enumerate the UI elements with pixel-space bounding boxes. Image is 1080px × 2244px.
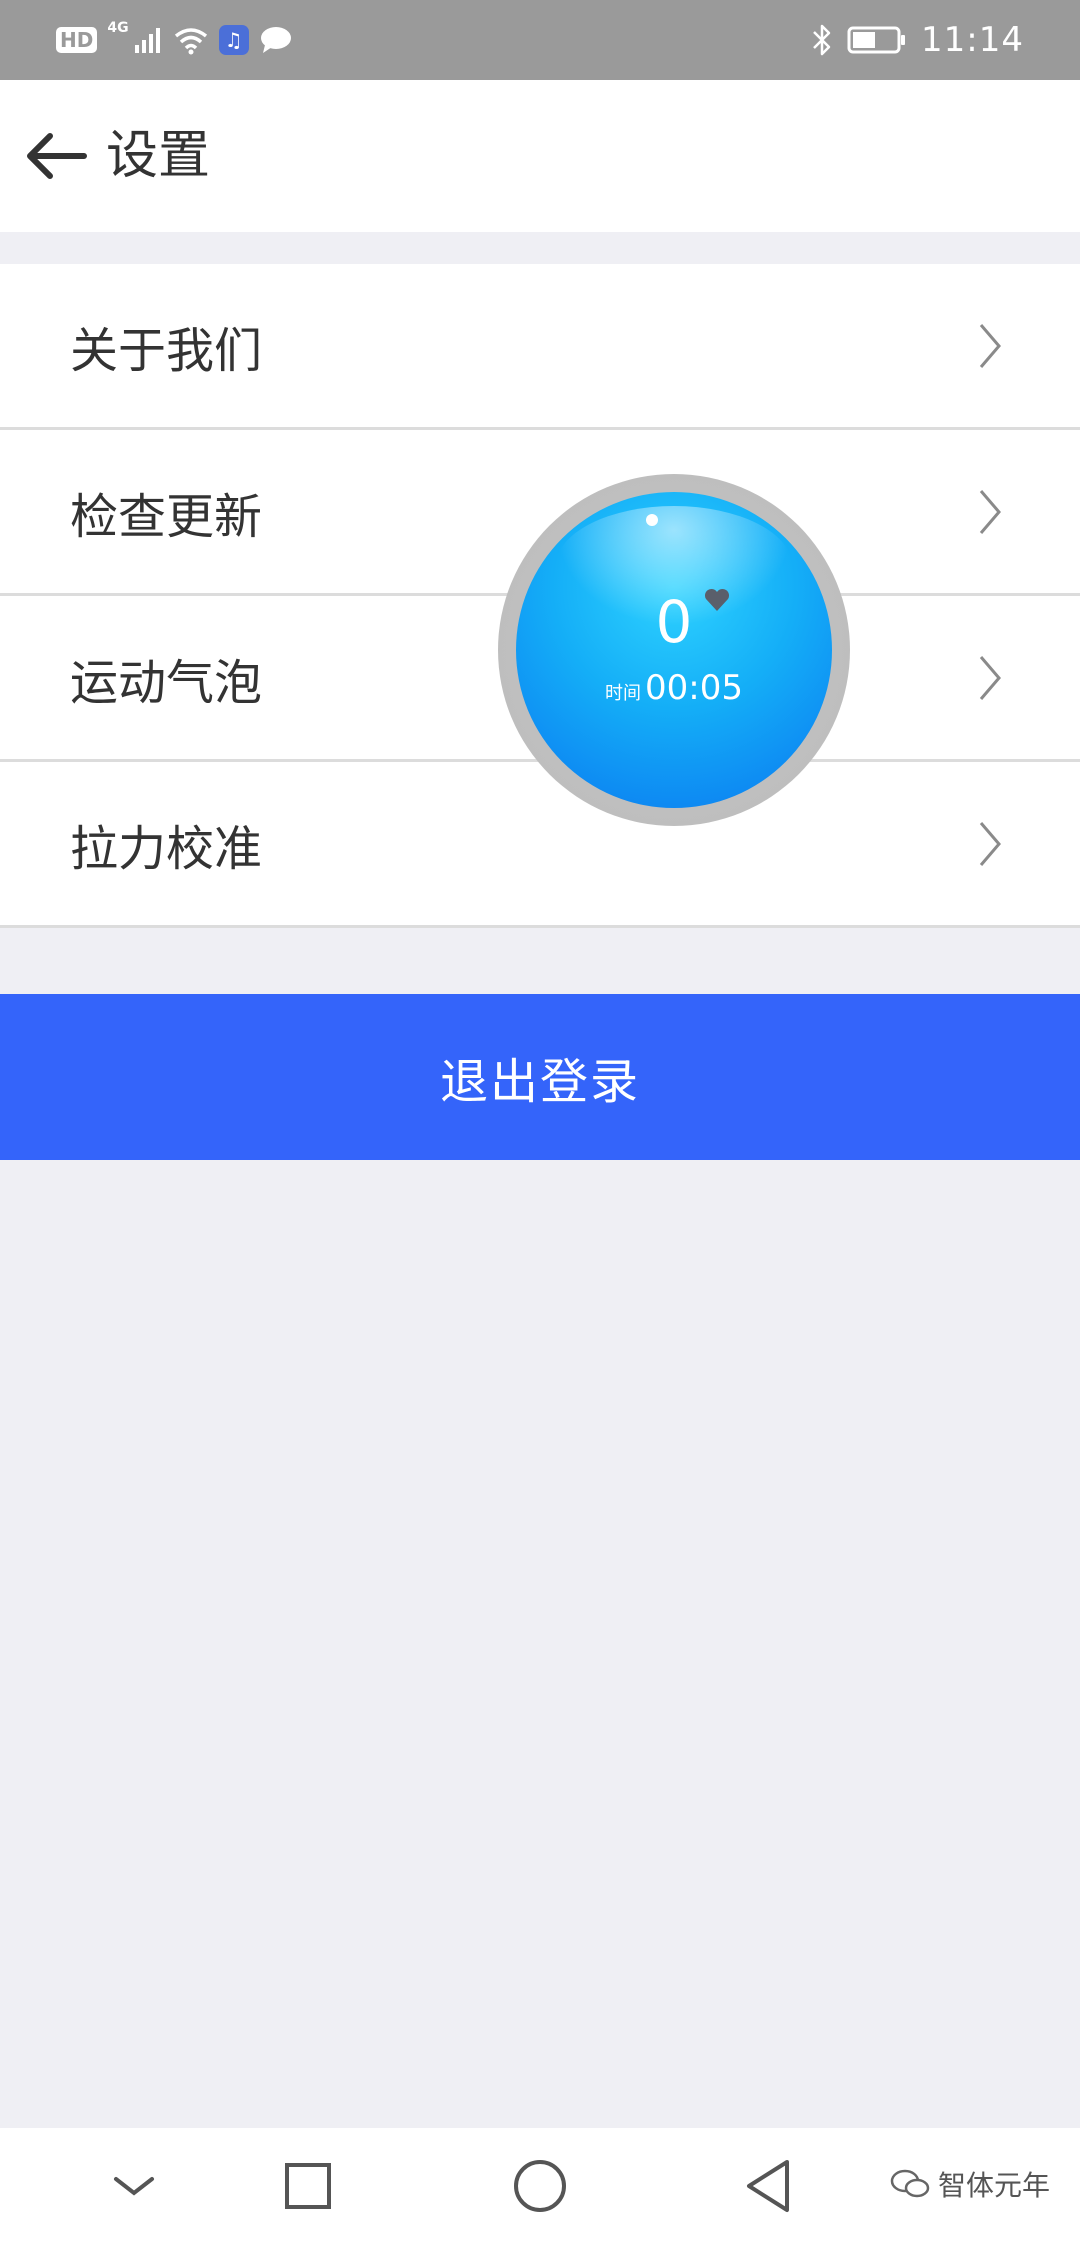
settings-item-label: 检查更新 xyxy=(70,488,263,545)
chevron-right-icon xyxy=(979,323,1001,368)
wechat-icon xyxy=(890,2169,930,2198)
nav-collapse-button[interactable] xyxy=(104,2156,164,2216)
nav-home-button[interactable] xyxy=(510,2156,570,2216)
back-arrow-icon xyxy=(27,133,87,179)
logout-label: 退出登录 xyxy=(439,1054,640,1110)
nav-recents-button[interactable] xyxy=(278,2156,338,2216)
chevron-right-icon xyxy=(979,821,1001,866)
status-bar: HD 4G ♫ 11:14 xyxy=(0,0,1080,80)
status-left: HD 4G ♫ xyxy=(56,20,293,60)
nav-back-button[interactable] xyxy=(738,2156,798,2216)
settings-item-label: 运动气泡 xyxy=(70,654,263,711)
status-right: 11:14 xyxy=(811,18,1024,62)
heart-icon xyxy=(704,588,730,611)
chevron-right-icon xyxy=(979,655,1001,700)
bubble-face: 0 时间 00:05 xyxy=(516,492,832,808)
bluetooth-icon xyxy=(813,24,831,56)
chevron-right-icon xyxy=(979,489,1001,534)
signal-icon xyxy=(134,28,160,53)
bubble-count: 0 xyxy=(655,588,693,656)
wifi-icon xyxy=(174,28,207,55)
message-icon xyxy=(260,27,291,53)
chevron-down-icon xyxy=(114,2177,154,2196)
circle-icon xyxy=(514,2160,566,2212)
page-title: 设置 xyxy=(106,126,211,186)
settings-item-tension-calibration[interactable]: 拉力校准 xyxy=(0,762,1080,925)
settings-item-about-us[interactable]: 关于我们 xyxy=(0,264,1080,430)
network-type: 4G xyxy=(107,20,129,36)
bubble-highlight-dot xyxy=(646,514,658,526)
app-header: 设置 xyxy=(0,80,1080,232)
sport-bubble-widget[interactable]: 0 时间 00:05 xyxy=(498,474,850,826)
watermark-text: 智体元年 xyxy=(937,2169,1050,2202)
clock: 11:14 xyxy=(921,20,1024,60)
triangle-back-icon xyxy=(747,2160,789,2212)
settings-item-label: 关于我们 xyxy=(70,322,263,379)
bubble-time: 时间 00:05 xyxy=(516,668,832,708)
system-nav-bar: 智体元年 xyxy=(0,2128,1080,2244)
back-button[interactable] xyxy=(24,126,88,186)
bubble-time-label: 时间 xyxy=(605,683,641,704)
music-app-icon: ♫ xyxy=(218,25,249,55)
bubble-time-value: 00:05 xyxy=(645,668,743,708)
logout-button[interactable]: 退出登录 xyxy=(0,994,1080,1160)
hd-badge: HD xyxy=(56,27,98,53)
settings-item-label: 拉力校准 xyxy=(70,820,263,877)
watermark: 智体元年 xyxy=(890,2164,1050,2204)
battery-icon xyxy=(847,26,906,54)
square-icon xyxy=(285,2163,331,2209)
